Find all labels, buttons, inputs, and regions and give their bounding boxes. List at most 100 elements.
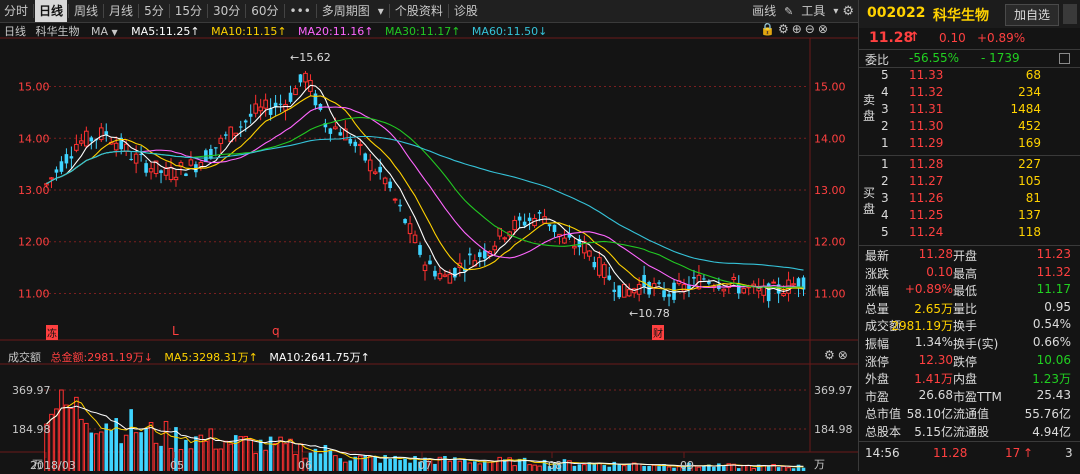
stat-label: 涨幅 (865, 284, 890, 299)
toolbar-separator (245, 4, 247, 18)
period-tab-5[interactable]: 15分 (171, 0, 206, 22)
buy-price: 11.28 (909, 157, 944, 171)
chart-area[interactable]: 15.00 15.00 14.00 14.00 13.00 13.00 12.00 12.00… (0, 22, 858, 473)
stat-value: 0.66% (1032, 335, 1071, 349)
toolbar-right: 画线 ✎ 工具 ▾ ⚙ (748, 0, 854, 22)
volume-bar-up (248, 438, 253, 473)
stat-value: 1.23万 (1032, 372, 1071, 387)
period-tab-6[interactable]: 30分 (209, 0, 244, 22)
candle-up (512, 219, 517, 231)
event-marker-3[interactable]: q (272, 324, 280, 338)
ma-selector[interactable]: MA (91, 25, 108, 38)
period-tab-4[interactable]: 5分 (140, 0, 168, 22)
lock-icon[interactable]: 🔒 (760, 22, 778, 36)
panel-scroll-thumb[interactable] (1063, 4, 1077, 24)
stock-name: 科华生物 (933, 8, 989, 24)
period-tab-3[interactable]: 月线 (105, 0, 137, 22)
volume-bar-up (532, 464, 537, 473)
candle-down (348, 138, 353, 144)
volume-bar-up (537, 465, 542, 473)
weibi-label: 委比 (865, 53, 890, 67)
add-watchlist-button[interactable]: 加自选 (1005, 4, 1059, 26)
stat-value: 11.32 (1036, 264, 1071, 279)
volume-bar-up (447, 460, 453, 473)
volume-title[interactable]: 成交额 (8, 351, 41, 364)
candle-down (89, 137, 94, 142)
period-tab-2[interactable]: 周线 (70, 0, 102, 22)
candle-up (168, 166, 174, 181)
buy-level-row[interactable]: 5 11.24 118 (859, 225, 1080, 243)
close-pane-icon[interactable]: ⊗ (818, 22, 831, 36)
candle-down (288, 92, 293, 102)
low-annotation: ←10.78 (629, 307, 670, 320)
price-tick-left: 11.00 (18, 287, 50, 300)
sell-level-row[interactable]: 4 11.32 234 (859, 85, 1080, 103)
tools-button[interactable]: 工具 (797, 0, 829, 22)
candle-down (607, 275, 612, 280)
volume-bar-up (228, 443, 234, 473)
stat-label: 换手 (953, 319, 978, 334)
buy-level-row[interactable]: 1 11.28 227 (859, 157, 1080, 175)
sell-level-row[interactable]: 1 11.29 169 (859, 136, 1080, 154)
candle-up (392, 198, 398, 201)
period-tab-1[interactable]: 日线 (35, 0, 68, 22)
volume-bar-up (243, 435, 249, 473)
candle-down (209, 148, 213, 159)
sell-level-row[interactable]: 2 11.30 452 (859, 119, 1080, 137)
sell-level-row[interactable]: 5 11.33 68 (859, 68, 1080, 86)
volume-bar-up (84, 422, 89, 473)
volume-bar-down (388, 458, 392, 472)
stats-row: 总股本 5.15亿 流通股 4.94亿 (859, 423, 1080, 441)
sell-price: 11.31 (909, 102, 944, 116)
tools-dropdown-icon[interactable]: ▾ (833, 6, 838, 17)
volume-bar-down (184, 439, 188, 472)
zoom-out-icon[interactable]: ⊖ (805, 22, 818, 36)
draw-line-button[interactable]: 画线 (748, 0, 780, 22)
sell-level-number: 5 (881, 68, 889, 82)
weibi-toggle-icon[interactable] (1059, 53, 1070, 64)
zoom-in-icon[interactable]: ⊕ (792, 22, 805, 36)
volume-settings-icon[interactable]: ⚙ (824, 348, 838, 362)
settings-icon[interactable]: ⚙ (842, 4, 854, 19)
kline-chart[interactable]: 15.00 15.00 14.00 14.00 13.00 13.00 12.00 12.00… (0, 22, 858, 473)
buy-level-row[interactable]: 2 11.27 105 (859, 174, 1080, 192)
price-tick-right: 13.00 (814, 184, 846, 197)
settings-small-icon[interactable]: ⚙ (778, 22, 792, 36)
ma60-line (46, 135, 804, 271)
high-value: 15.62 (299, 51, 331, 64)
tick-time: 14:56 (865, 446, 900, 460)
volume-bar-down (562, 459, 567, 472)
event-marker-1[interactable]: 冻 (46, 325, 58, 340)
time-label: 07 (418, 459, 432, 471)
volume-tick-left: 369.97 (12, 384, 51, 397)
volume-bar-down (159, 445, 163, 472)
draw-icon[interactable]: ✎ (784, 5, 793, 18)
period-tab-9[interactable]: 多周期图 (318, 0, 374, 22)
sell-volume: 234 (1018, 85, 1041, 99)
candle-up (49, 177, 54, 180)
candle-up (113, 142, 119, 151)
period-tab-12[interactable]: 诊股 (450, 0, 482, 22)
ma5-value: MA5:11.25↑ (131, 25, 200, 38)
period-tabs: 分时 日线 周线 月线 5分 15分 30分 60分 ••• 多周期图 ▾ 个股资料 诊股 (0, 0, 482, 22)
period-tab-11[interactable]: 个股资料 (391, 0, 447, 22)
low-value: 10.78 (638, 307, 670, 320)
event-marker-4[interactable]: 财 (652, 325, 664, 340)
volume-bar-up (293, 453, 298, 473)
event-marker-2[interactable]: L (172, 324, 179, 338)
volume-bar-up (492, 460, 498, 473)
period-tab-7[interactable]: 60分 (247, 0, 282, 22)
period-tab-10[interactable]: ▾ (374, 0, 388, 22)
buy-level-row[interactable]: 3 11.26 81 (859, 191, 1080, 209)
period-tab-0[interactable]: 分时 (0, 0, 32, 22)
volume-close-icon[interactable]: ⊗ (838, 348, 851, 362)
buy-level-row[interactable]: 4 11.25 137 (859, 208, 1080, 226)
price-pane-controls: 🔒⚙⊕⊖⊗ (760, 22, 831, 36)
buy-price: 11.25 (909, 208, 944, 222)
candle-down (54, 169, 59, 173)
sell-level-row[interactable]: 3 11.31 1484 (859, 102, 1080, 120)
period-tab-8[interactable]: ••• (286, 0, 315, 22)
toolbar-separator (138, 4, 140, 18)
candle-up (721, 288, 727, 292)
ma-selector-arrow-icon[interactable]: ▼ (112, 28, 118, 37)
